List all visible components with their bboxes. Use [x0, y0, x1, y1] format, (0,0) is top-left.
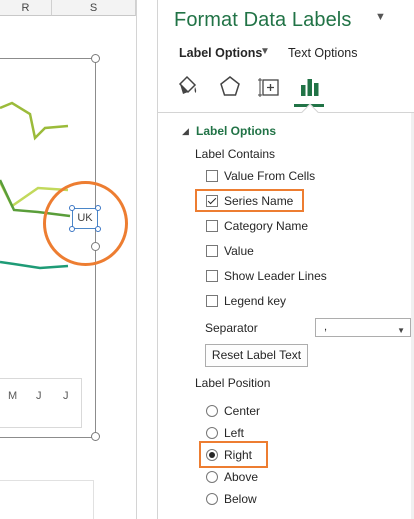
checkbox-label: Category Name	[224, 219, 309, 233]
series-name-highlight	[195, 189, 304, 212]
pane-title: Format Data Labels	[174, 9, 352, 31]
checkbox-label: Value	[224, 244, 254, 258]
radio-center[interactable]: Center	[206, 403, 260, 419]
series-line-lightgreen[interactable]	[0, 101, 69, 141]
checkbox-box[interactable]	[206, 245, 218, 257]
effects-icon[interactable]	[218, 74, 242, 100]
checkbox-box[interactable]	[206, 220, 218, 232]
chevron-down-icon[interactable]: ▼	[397, 322, 405, 339]
checkbox-label: Legend key	[224, 294, 287, 308]
separator-label: Separator	[205, 321, 258, 335]
collapse-triangle-icon[interactable]: ◢	[182, 126, 189, 137]
label-contains-header: Label Contains	[195, 147, 276, 161]
radio-left[interactable]: Left	[206, 425, 244, 441]
radio-label: Left	[224, 426, 245, 440]
x-axis-area	[0, 378, 82, 428]
checkbox-box[interactable]	[206, 270, 218, 282]
radio-above[interactable]: Above	[206, 469, 258, 485]
pane-options-menu-icon[interactable]: ▼	[375, 11, 386, 23]
tab-text-options[interactable]: Text Options	[288, 46, 357, 60]
label-options-icon[interactable]	[298, 74, 322, 100]
radio-circle[interactable]	[206, 427, 218, 439]
checkbox-category-name[interactable]: Category Name	[206, 218, 308, 234]
radio-label: Above	[224, 470, 259, 484]
radio-circle[interactable]	[206, 405, 218, 417]
axis-label-month: M	[8, 390, 18, 402]
pane-divider	[158, 112, 414, 113]
radio-below[interactable]: Below	[206, 491, 257, 507]
sheet-edge-scroll-area[interactable]	[136, 0, 157, 519]
axis-label-month: J	[63, 390, 69, 402]
checkbox-legend-key[interactable]: Legend key	[206, 293, 286, 309]
checkbox-label: Value From Cells	[224, 169, 316, 183]
highlight-circle	[43, 181, 128, 266]
radio-circle[interactable]	[206, 471, 218, 483]
radio-circle[interactable]	[206, 493, 218, 505]
right-position-highlight	[199, 441, 268, 468]
axis-label-month: J	[36, 390, 42, 402]
checkbox-box[interactable]	[206, 170, 218, 182]
checkbox-box[interactable]	[206, 295, 218, 307]
format-data-labels-pane: Format Data Labels ▼ Label Options ▼ Tex…	[157, 0, 414, 519]
tab-label-options[interactable]: Label Options	[179, 46, 262, 60]
radio-label: Below	[224, 492, 257, 506]
worksheet-area[interactable]: R S M J J UK	[0, 0, 157, 519]
chevron-down-icon[interactable]: ▼	[260, 46, 270, 57]
section-title-label-options[interactable]: Label Options	[196, 124, 276, 138]
separator-dropdown[interactable]: , ▼	[315, 318, 411, 337]
checkbox-value[interactable]: Value	[206, 243, 254, 259]
separator-value: ,	[324, 321, 328, 333]
adjacent-cell-region	[0, 480, 94, 519]
series-line-teal[interactable]	[0, 260, 69, 270]
checkbox-label: Show Leader Lines	[224, 269, 327, 283]
label-position-header: Label Position	[195, 376, 271, 390]
reset-label-text-button[interactable]: Reset Label Text	[205, 344, 308, 367]
size-properties-icon[interactable]	[258, 74, 282, 100]
checkbox-value-from-cells[interactable]: Value From Cells	[206, 168, 315, 184]
fill-line-icon[interactable]	[176, 74, 200, 100]
radio-label: Center	[224, 404, 261, 418]
checkbox-show-leader-lines[interactable]: Show Leader Lines	[206, 268, 327, 284]
